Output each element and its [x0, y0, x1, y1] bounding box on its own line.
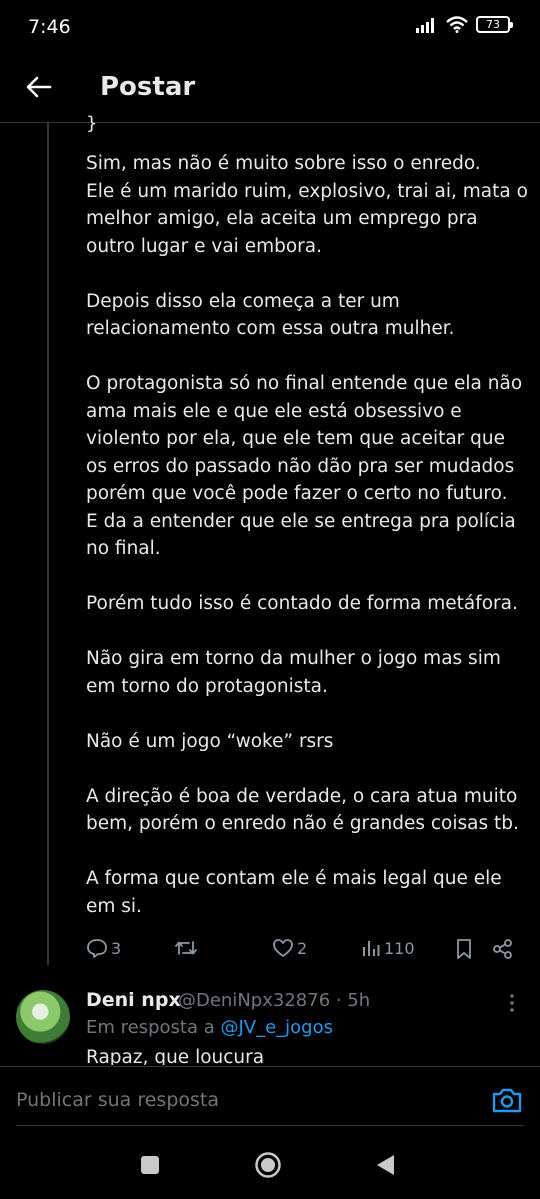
post-paragraph: Não gira em torno da mulher o jogo mas s… [86, 648, 501, 697]
post-paragraph: Sim, mas não é muito sobre isso o enredo… [86, 153, 528, 257]
post-actions: 3 2 110 [86, 938, 526, 968]
like-count: 2 [297, 938, 308, 958]
status-bar: 7:46 73 [0, 0, 540, 56]
post-paragraph: Depois disso ela começa a ter um relacio… [86, 290, 455, 340]
home-button[interactable] [253, 1150, 283, 1180]
like-action[interactable]: 2 [272, 938, 307, 958]
status-time: 7:46 [28, 16, 71, 38]
reply-post[interactable]: Deni npx @DeniNpx32876 · 5h Em resposta … [0, 985, 540, 1065]
post-paragraph: A direção é boa de verdade, o cara atua … [86, 785, 519, 835]
battery-icon: 73 [476, 16, 513, 33]
reply-action[interactable]: 3 [86, 938, 121, 958]
back-button[interactable] [22, 70, 56, 104]
repost-action[interactable] [174, 938, 201, 958]
arrow-left-icon [26, 76, 52, 98]
camera-button[interactable] [491, 1086, 523, 1114]
views-count: 110 [384, 938, 415, 958]
post-text: Sim, mas não é muito sobre isso o enredo… [86, 150, 531, 948]
reply-count: 3 [111, 938, 122, 958]
reply-input[interactable]: Publicar sua resposta [16, 1089, 219, 1111]
reply-text: Rapaz, que loucura [86, 1047, 265, 1065]
post-paragraph: Não é um jogo “woke” rsrs [86, 730, 334, 752]
text-fragment: } [86, 113, 98, 134]
signal-icon [416, 17, 434, 33]
more-options-button[interactable] [505, 993, 519, 1013]
reply-author-handle: @DeniNpx32876 · 5h [178, 990, 371, 1011]
heart-icon [273, 939, 293, 957]
reply-composer: Publicar sua resposta [0, 1066, 540, 1128]
share-icon [493, 939, 512, 959]
bookmark-action[interactable] [454, 938, 474, 960]
recents-button[interactable] [135, 1150, 165, 1180]
post-paragraph: A forma que contam ele é mais legal que … [86, 868, 502, 917]
avatar[interactable] [16, 990, 70, 1044]
in-reply-to-prefix: Em resposta a [86, 1017, 221, 1038]
system-nav-bar [0, 1130, 540, 1199]
in-reply-to: Em resposta a @JV_e_jogos [86, 1017, 333, 1038]
back-nav-button[interactable] [370, 1150, 400, 1180]
views-chart-icon [363, 941, 380, 956]
page-title: Postar [100, 72, 196, 102]
triangle-back-icon [377, 1155, 394, 1175]
reply-author-name[interactable]: Deni npx [86, 989, 181, 1011]
square-icon [141, 1156, 159, 1174]
share-action[interactable] [492, 938, 514, 960]
battery-level: 73 [486, 18, 500, 31]
thread-line [47, 123, 49, 965]
post-paragraph: O protagonista só no final entende que e… [86, 373, 523, 559]
composer-divider [16, 1125, 524, 1126]
more-vertical-icon [510, 994, 514, 1012]
bookmark-icon [457, 939, 471, 959]
home-circle-icon [255, 1152, 281, 1178]
in-reply-to-link[interactable]: @JV_e_jogos [220, 1017, 333, 1038]
reply-icon [87, 939, 107, 958]
status-icons: 73 [416, 16, 513, 33]
camera-icon [492, 1088, 522, 1113]
repost-icon [175, 941, 197, 955]
post-paragraph: Porém tudo isso é contado de forma metáf… [86, 593, 518, 614]
top-app-bar: Postar [0, 56, 540, 123]
views-action[interactable]: 110 [361, 938, 415, 958]
wifi-icon [446, 16, 468, 33]
